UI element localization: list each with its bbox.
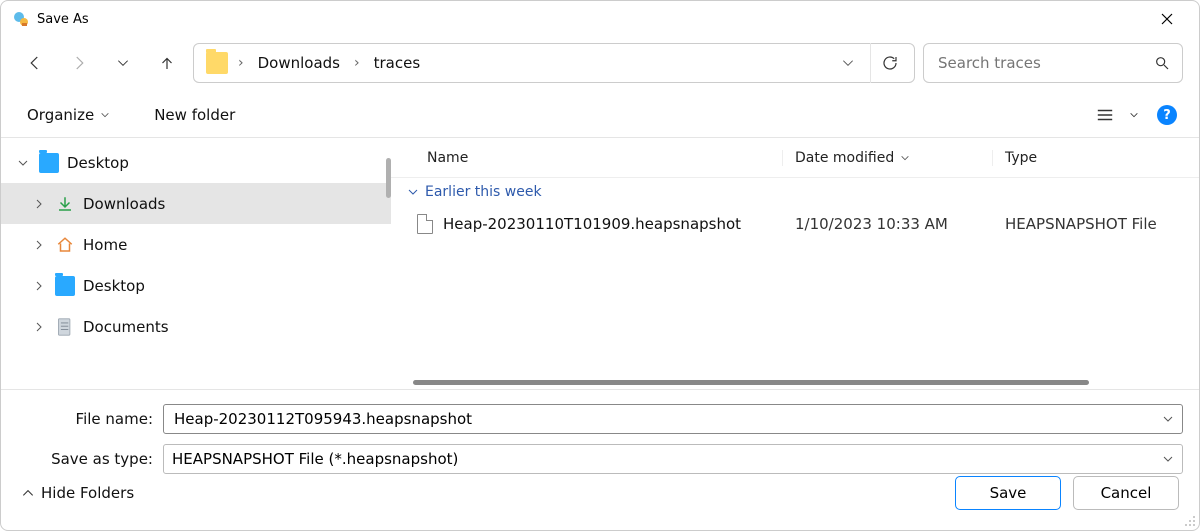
column-header-row: Name Date modified Type	[391, 138, 1199, 178]
refresh-button[interactable]	[870, 43, 908, 83]
footer: Hide Folders Save Cancel	[1, 462, 1199, 530]
group-header[interactable]: Earlier this week	[391, 178, 1199, 206]
tree-item-label: Desktop	[67, 154, 129, 172]
window-title: Save As	[37, 12, 89, 27]
tree-item-label: Documents	[83, 318, 169, 336]
chevron-right-icon[interactable]	[31, 239, 47, 251]
back-button[interactable]	[17, 45, 53, 81]
cancel-button[interactable]: Cancel	[1073, 476, 1179, 510]
file-icon	[417, 214, 433, 234]
sort-descending-icon	[900, 153, 910, 163]
help-button[interactable]: ?	[1157, 105, 1177, 125]
search-icon	[1154, 55, 1170, 71]
chevron-down-icon	[100, 110, 110, 120]
tree-item-label: Downloads	[83, 195, 165, 213]
address-dropdown[interactable]	[834, 56, 862, 70]
file-date: 1/10/2023 10:33 AM	[783, 215, 993, 233]
toolbar: Organize New folder ?	[1, 93, 1199, 138]
chevron-right-icon[interactable]	[31, 280, 47, 292]
chevron-right-icon: ›	[234, 55, 248, 71]
hide-folders-button[interactable]: Hide Folders	[21, 484, 134, 502]
view-dropdown[interactable]	[1123, 99, 1145, 131]
filename-input[interactable]	[172, 409, 1162, 429]
tree-item-documents[interactable]: Documents	[1, 306, 391, 347]
folder-tree[interactable]: Desktop Downloads Home Desktop Documents	[1, 138, 391, 389]
chevron-down-icon[interactable]	[15, 157, 31, 169]
tree-item-downloads[interactable]: Downloads	[1, 183, 391, 224]
folder-icon	[206, 52, 228, 74]
column-header-name[interactable]: Name	[391, 150, 783, 166]
document-icon	[55, 317, 75, 337]
column-header-date-label: Date modified	[795, 150, 894, 166]
file-type: HEAPSNAPSHOT File	[993, 215, 1199, 233]
chevron-right-icon[interactable]	[31, 321, 47, 333]
chevron-right-icon: ›	[350, 55, 364, 71]
hide-folders-label: Hide Folders	[41, 484, 134, 502]
save-label: Save	[990, 484, 1027, 502]
organize-label: Organize	[27, 106, 94, 124]
nav-row: › Downloads › traces	[1, 37, 1199, 93]
new-folder-button[interactable]: New folder	[144, 100, 245, 130]
home-icon	[55, 235, 75, 255]
titlebar: Save As	[1, 1, 1199, 37]
new-folder-label: New folder	[154, 106, 235, 124]
up-button[interactable]	[149, 45, 185, 81]
file-row[interactable]: Heap-20230110T101909.heapsnapshot 1/10/2…	[391, 206, 1199, 242]
column-header-date[interactable]: Date modified	[783, 150, 993, 166]
main-area: Desktop Downloads Home Desktop Documents…	[1, 138, 1199, 390]
horizontal-scrollbar[interactable]	[413, 380, 1089, 385]
forward-button[interactable]	[61, 45, 97, 81]
cancel-label: Cancel	[1101, 484, 1152, 502]
tree-item-label: Home	[83, 236, 127, 254]
tree-item-desktop2[interactable]: Desktop	[1, 265, 391, 306]
filename-label: File name:	[17, 410, 163, 428]
save-button[interactable]: Save	[955, 476, 1061, 510]
file-list[interactable]: Name Date modified Type Earlier this wee…	[391, 138, 1199, 389]
tree-item-label: Desktop	[83, 277, 145, 295]
resize-grip[interactable]	[1184, 515, 1196, 527]
search-input[interactable]	[936, 53, 1154, 73]
tree-item-home[interactable]: Home	[1, 224, 391, 265]
organize-button[interactable]: Organize	[17, 100, 120, 130]
chevron-down-icon	[407, 186, 419, 198]
tree-item-desktop[interactable]: Desktop	[1, 142, 391, 183]
desktop-icon	[39, 153, 59, 173]
breadcrumb-part[interactable]: traces	[368, 50, 427, 76]
group-label: Earlier this week	[425, 184, 542, 200]
address-bar[interactable]: › Downloads › traces	[193, 43, 915, 83]
close-button[interactable]	[1147, 1, 1187, 37]
filename-combo[interactable]	[163, 404, 1183, 434]
search-box[interactable]	[923, 43, 1183, 83]
desktop-icon	[55, 276, 75, 296]
breadcrumb-part[interactable]: Downloads	[252, 50, 346, 76]
app-icon	[13, 11, 29, 27]
chevron-down-icon[interactable]	[1162, 413, 1174, 425]
file-name: Heap-20230110T101909.heapsnapshot	[443, 215, 741, 233]
view-options-button[interactable]	[1087, 99, 1123, 131]
recent-locations-button[interactable]	[105, 45, 141, 81]
download-icon	[55, 194, 75, 214]
chevron-up-icon	[21, 486, 35, 500]
column-header-type[interactable]: Type	[993, 150, 1199, 166]
chevron-right-icon[interactable]	[31, 198, 47, 210]
